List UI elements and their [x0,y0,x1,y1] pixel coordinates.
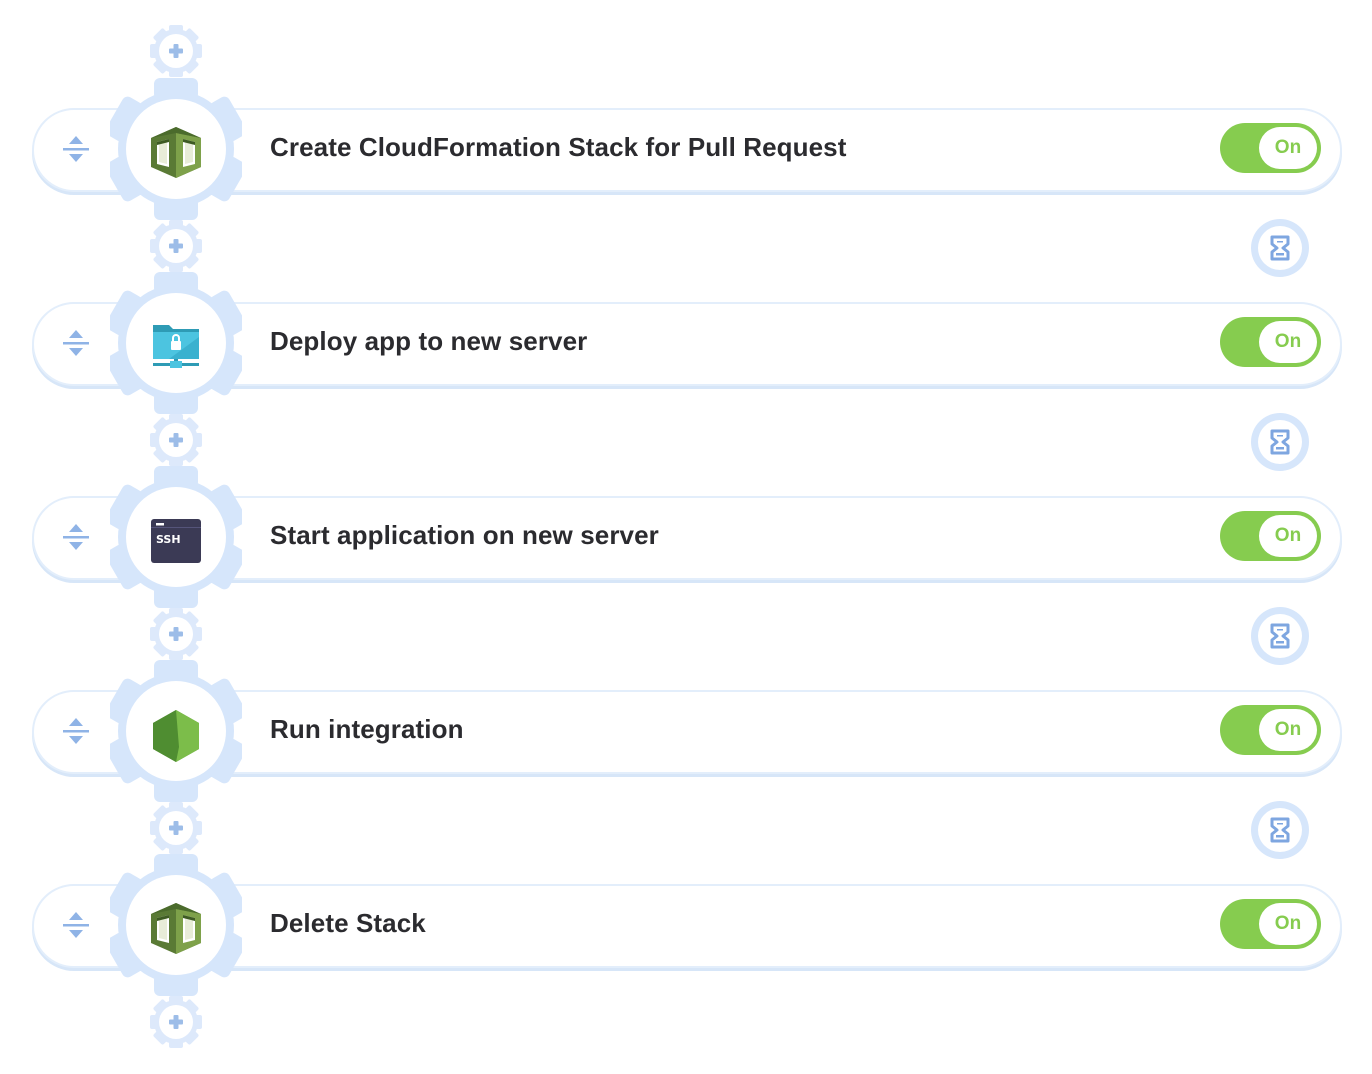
toggle-label: On [1259,127,1317,169]
step-title[interactable]: Delete Stack [270,908,426,939]
step-enabled-toggle[interactable]: On [1220,317,1321,367]
nodejs-icon [149,707,203,762]
plus-gear-icon [150,996,202,1048]
step-enabled-toggle[interactable]: On [1220,705,1321,755]
workflow-step[interactable]: SSH Start application on new server On [32,466,1342,608]
step-title[interactable]: Deploy app to new server [270,326,587,357]
add-step-button[interactable] [148,23,204,79]
add-step-button[interactable] [148,412,204,468]
step-title[interactable]: Run integration [270,714,464,745]
aws-cloudformation-icon [149,901,203,955]
aws-cloudformation-icon [149,125,203,179]
delay-button[interactable] [1251,413,1309,471]
step-enabled-toggle[interactable]: On [1220,511,1321,561]
delay-button[interactable] [1251,801,1309,859]
toggle-label: On [1259,709,1317,751]
plus-gear-icon [150,25,202,77]
workflow-step[interactable]: Delete Stack On [32,854,1342,996]
plus-gear-icon [150,608,202,660]
hourglass-icon [1270,429,1290,455]
delay-button[interactable] [1251,607,1309,665]
toggle-label: On [1259,515,1317,557]
drag-handle-icon[interactable] [60,716,92,746]
plus-gear-icon [150,802,202,854]
drag-handle-icon[interactable] [60,328,92,358]
step-enabled-toggle[interactable]: On [1220,899,1321,949]
ssh-terminal-icon: SSH [149,513,203,567]
plus-gear-icon [150,220,202,272]
add-step-button[interactable] [148,800,204,856]
sftp-deploy-icon [149,319,203,373]
plus-gear-icon [150,414,202,466]
toggle-label: On [1259,321,1317,363]
delay-button[interactable] [1251,219,1309,277]
step-title[interactable]: Create CloudFormation Stack for Pull Req… [270,132,847,163]
workflow-step[interactable]: Create CloudFormation Stack for Pull Req… [32,78,1342,220]
svg-text:SSH: SSH [156,533,181,546]
toggle-label: On [1259,903,1317,945]
hourglass-icon [1270,623,1290,649]
drag-handle-icon[interactable] [60,522,92,552]
drag-handle-icon[interactable] [60,134,92,164]
workflow-step[interactable]: Deploy app to new server On [32,272,1342,414]
workflow-step[interactable]: Run integration On [32,660,1342,802]
hourglass-icon [1270,817,1290,843]
hourglass-icon [1270,235,1290,261]
drag-handle-icon[interactable] [60,910,92,940]
step-title[interactable]: Start application on new server [270,520,659,551]
step-enabled-toggle[interactable]: On [1220,123,1321,173]
add-step-button[interactable] [148,218,204,274]
add-step-button[interactable] [148,994,204,1050]
add-step-button[interactable] [148,606,204,662]
